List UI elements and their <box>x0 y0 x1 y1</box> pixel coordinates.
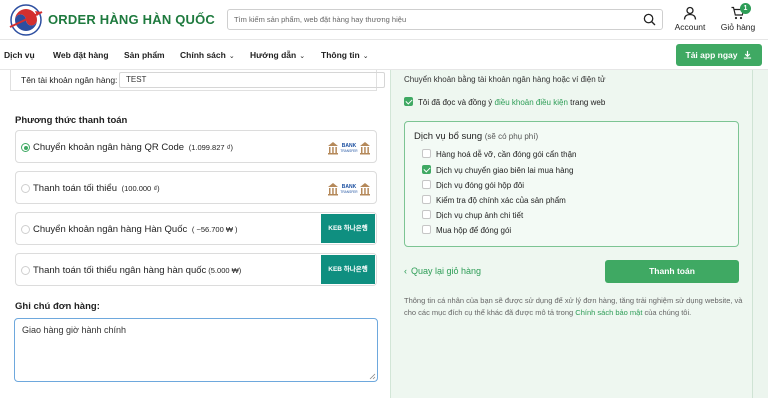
payment-option-korea-transfer[interactable]: Chuyển khoản ngân hàng Hàn Quốc ( ~56.70… <box>15 212 377 245</box>
checkbox[interactable] <box>422 195 431 204</box>
chevron-down-icon: ⌄ <box>362 53 369 60</box>
payment-amount: (1.099.827 ₫) <box>188 143 233 152</box>
korea-flag-logo-icon[interactable] <box>8 3 44 37</box>
bank-transfer-logo: BANK TRANSFER <box>328 142 370 155</box>
radio-unselected[interactable] <box>21 184 30 193</box>
search-bar <box>227 9 663 30</box>
transfer-note: Chuyển khoản bằng tài khoản ngân hàng ho… <box>404 75 606 84</box>
service-option[interactable]: Dịch vụ đóng gói hộp đôi <box>422 180 524 190</box>
search-input[interactable] <box>228 10 628 29</box>
back-to-cart-link[interactable]: ‹ Quay lại giỏ hàng <box>404 266 481 276</box>
radio-unselected[interactable] <box>21 266 30 275</box>
user-icon <box>683 6 697 20</box>
payment-amount: ( ~56.700 ₩ ) <box>191 225 238 234</box>
checkbox[interactable] <box>422 225 431 234</box>
checkbox-checked[interactable] <box>422 165 431 174</box>
cart-count-badge: 1 <box>740 3 751 14</box>
payment-option-korea-minimum[interactable]: Thanh toán tối thiểu ngân hàng hàn quốc(… <box>15 253 377 286</box>
privacy-notice: Thông tin cá nhân của bạn sẽ được sử dụn… <box>404 296 743 317</box>
payment-option-qr-transfer[interactable]: Chuyển khoản ngân hàng QR Code (1.099.82… <box>15 130 377 163</box>
bank-account-field[interactable]: TEST <box>119 72 385 88</box>
order-note-label: Ghi chú đơn hàng: <box>15 301 100 312</box>
nav-item-dich-vu[interactable]: Dịch vụ <box>4 50 35 60</box>
payment-amount: (100.000 ₫) <box>121 184 160 193</box>
checkout-button[interactable]: Thanh toán <box>605 260 739 283</box>
checkbox[interactable] <box>422 180 431 189</box>
order-note-textarea[interactable]: Giao hàng giờ hành chính <box>14 318 378 382</box>
payment-method-title: Phương thức thanh toán <box>15 115 128 126</box>
checkbox[interactable] <box>422 149 431 158</box>
nav-item-web-dat-hang[interactable]: Web đặt hàng <box>53 50 109 60</box>
chevron-left-icon: ‹ <box>404 266 407 276</box>
chevron-down-icon: ⌄ <box>299 53 306 60</box>
payment-amount: (5.000 ₩) <box>208 266 242 275</box>
nav-item-san-pham[interactable]: Sản phẩm <box>124 50 165 60</box>
nav-item-thong-tin[interactable]: Thông tin ⌄ <box>321 50 369 60</box>
radio-selected[interactable] <box>21 143 30 152</box>
cart-button[interactable]: 1 Giỏ hàng <box>718 3 758 32</box>
keb-hana-logo: KEB 하나은행 <box>321 214 375 243</box>
service-option[interactable]: Dịch vụ chuyển giao biên lai mua hàng <box>422 165 573 175</box>
service-option[interactable]: Mua hộp để đóng gói <box>422 225 511 235</box>
radio-unselected[interactable] <box>21 225 30 234</box>
terms-agreement[interactable]: Tôi đã đọc và đồng ý điều khoản điều kiệ… <box>404 97 605 107</box>
nav-item-chinh-sach[interactable]: Chính sách ⌄ <box>180 50 235 60</box>
service-option[interactable]: Hàng hoá dễ vỡ, cần đóng gói cẩn thận <box>422 149 576 159</box>
svg-text:TRANSFER: TRANSFER <box>340 149 358 153</box>
chevron-down-icon: ⌄ <box>228 53 235 60</box>
download-icon <box>744 50 752 59</box>
terms-checkbox[interactable] <box>404 97 413 106</box>
account-label: Account <box>674 22 706 32</box>
bank-account-row: Tên tài khoản ngân hàng: TEST <box>10 70 385 91</box>
resize-handle-icon[interactable] <box>368 372 376 380</box>
order-summary-panel: Chuyển khoản bằng tài khoản ngân hàng ho… <box>390 70 768 398</box>
site-header: ORDER HÀNG HÀN QUỐC Account 1 Giỏ hàng <box>0 0 768 40</box>
service-option[interactable]: Dịch vụ chụp ảnh chi tiết <box>422 210 523 220</box>
checkbox[interactable] <box>422 210 431 219</box>
account-button[interactable]: Account <box>672 6 708 32</box>
svg-text:TRANSFER: TRANSFER <box>340 190 358 194</box>
extra-services-box: Dịch vụ bổ sung (sẽ có phụ phí) Hàng hoá… <box>404 121 739 247</box>
terms-link[interactable]: điều khoản điều kiện <box>495 98 568 107</box>
download-app-button[interactable]: Tải app ngay <box>676 44 762 66</box>
bank-account-label: Tên tài khoản ngân hàng: <box>21 75 118 85</box>
bank-transfer-logo: BANK TRANSFER <box>328 183 370 196</box>
order-summary-content: Chuyển khoản bằng tài khoản ngân hàng ho… <box>391 70 753 398</box>
keb-hana-logo: KEB 하나은행 <box>321 255 375 284</box>
cart-label: Giỏ hàng <box>720 22 756 32</box>
service-option[interactable]: Kiểm tra độ chính xác của sản phẩm <box>422 195 566 205</box>
main-nav: Dịch vụ Web đặt hàng Sản phẩm Chính sách… <box>0 40 768 70</box>
search-icon[interactable] <box>643 13 656 26</box>
nav-item-huong-dan[interactable]: Hướng dẫn ⌄ <box>250 50 305 60</box>
privacy-policy-link[interactable]: Chính sách bảo mật <box>575 308 642 317</box>
checkout-form: Tên tài khoản ngân hàng: TEST Phương thứ… <box>0 70 390 398</box>
brand-name[interactable]: ORDER HÀNG HÀN QUỐC <box>48 12 215 27</box>
payment-option-minimum[interactable]: Thanh toán tối thiểu (100.000 ₫) BANK TR… <box>15 171 377 204</box>
extra-services-title: Dịch vụ bổ sung (sẽ có phụ phí) <box>414 131 539 142</box>
